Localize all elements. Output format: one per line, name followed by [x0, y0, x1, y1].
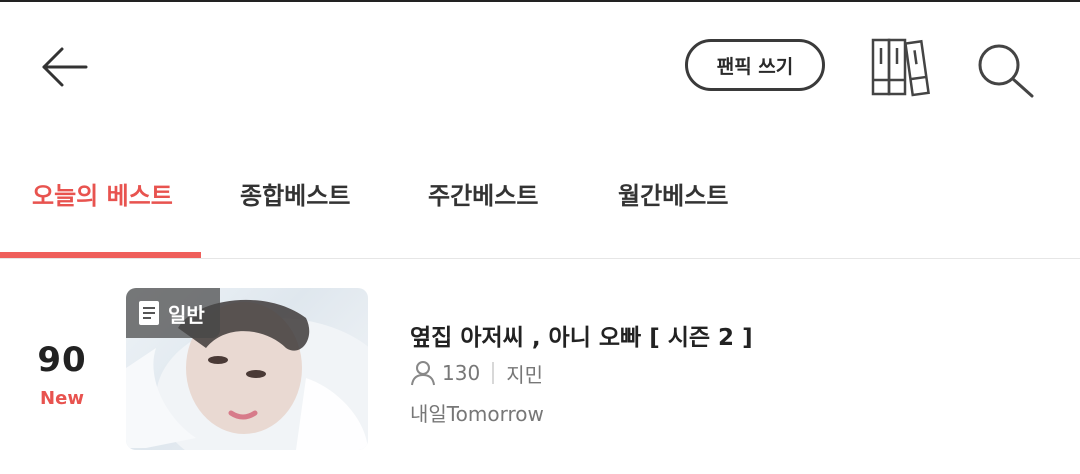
back-button[interactable] — [38, 40, 92, 94]
person-icon — [411, 361, 435, 386]
search-button[interactable] — [972, 40, 1038, 100]
new-badge: New — [40, 388, 84, 409]
tab-overall-best[interactable]: 종합베스트 — [240, 176, 350, 216]
genre-tag: 일반 — [126, 288, 220, 338]
search-icon — [978, 44, 1034, 98]
active-tab-indicator — [0, 252, 201, 258]
meta-divider — [492, 362, 495, 384]
rank-number: 90 — [37, 340, 87, 380]
library-button[interactable] — [866, 34, 936, 100]
subscriber-count: 130 — [442, 361, 481, 385]
back-arrow-icon — [42, 47, 88, 87]
story-meta: 130 지민 — [410, 358, 543, 388]
tab-monthly-best[interactable]: 월간베스트 — [618, 176, 728, 216]
library-books-icon — [871, 38, 930, 97]
list-item[interactable]: 90 New 일반 옆집 아저씨 , 아니 오빠 [ 시즌 2 ] 130 지민… — [0, 260, 1080, 474]
author-name[interactable]: 내일Tomorrow — [410, 398, 544, 427]
write-fanfic-button[interactable]: 팬픽 쓰기 — [685, 39, 825, 91]
ranking-tabs: 오늘의 베스트 종합베스트 주간베스트 월간베스트 — [0, 150, 1080, 259]
tab-today-best[interactable]: 오늘의 베스트 — [32, 176, 173, 216]
character-tag: 지민 — [506, 362, 543, 387]
genre-label: 일반 — [168, 302, 205, 327]
story-title[interactable]: 옆집 아저씨 , 아니 오빠 [ 시즌 2 ] — [410, 318, 753, 352]
tab-weekly-best[interactable]: 주간베스트 — [428, 176, 538, 216]
top-app-bar: 팬픽 쓰기 — [0, 0, 1080, 140]
document-icon — [139, 301, 159, 325]
story-thumbnail[interactable]: 일반 — [126, 288, 368, 450]
